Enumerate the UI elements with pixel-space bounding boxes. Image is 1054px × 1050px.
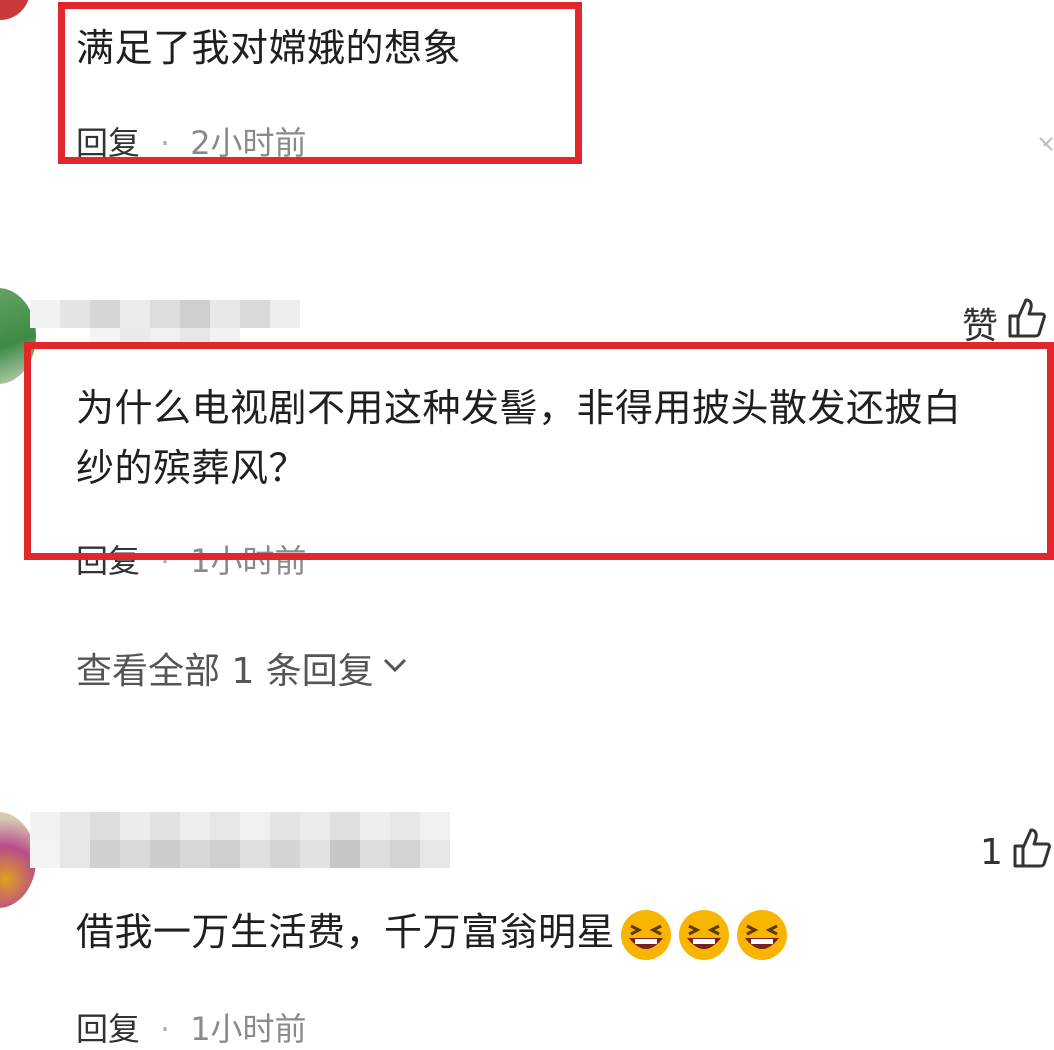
laughing-emoji-icon <box>619 908 673 962</box>
thumbs-up-icon <box>1011 826 1051 879</box>
like-count: 1 <box>980 832 1003 873</box>
comment-text: 借我一万生活费，千万富翁明星 <box>76 910 616 954</box>
like-button[interactable]: 1 <box>980 826 1051 879</box>
timestamp: 1小时前 <box>190 1010 307 1048</box>
close-icon[interactable] <box>1036 130 1054 160</box>
separator: · <box>160 1010 171 1048</box>
highlight-box <box>24 342 1054 560</box>
laughing-emoji-icon <box>735 908 789 962</box>
chevron-down-icon <box>380 648 410 689</box>
highlight-box <box>58 2 582 164</box>
view-replies-label: 查看全部 1 条回复 <box>76 651 374 692</box>
username-blurred <box>30 812 450 840</box>
like-label: 赞 <box>962 305 999 347</box>
reply-button[interactable]: 回复 <box>76 1010 140 1048</box>
username-blurred <box>30 840 450 868</box>
avatar[interactable] <box>0 0 30 20</box>
comment-meta: 回复 · 1小时前 <box>76 1004 307 1050</box>
view-all-replies-link[interactable]: 查看全部 1 条回复 <box>76 642 410 694</box>
laughing-emoji-icon <box>677 908 731 962</box>
username-blurred <box>30 300 300 328</box>
comment-text-row: 借我一万生活费，千万富翁明星 <box>76 904 789 962</box>
